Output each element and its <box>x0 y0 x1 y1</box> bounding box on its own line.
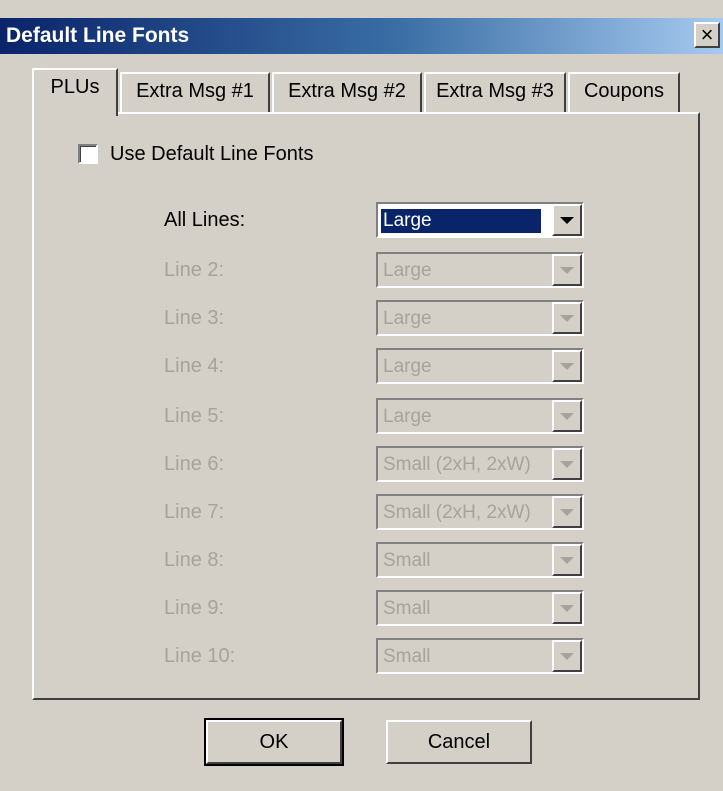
all-lines-label: All Lines: <box>164 209 246 231</box>
dialog-window: Default Line Fonts × PLUs Extra Msg #1 E… <box>0 0 723 791</box>
line-6-label: Line 6: <box>164 453 225 475</box>
chevron-down-icon <box>560 363 574 370</box>
line-6-select: Small (2xH, 2xW) <box>376 446 584 482</box>
dropdown-button <box>552 254 582 286</box>
dropdown-button <box>552 640 582 672</box>
dropdown-button <box>552 302 582 334</box>
line-7-label: Line 7: <box>164 501 225 523</box>
cancel-button[interactable]: Cancel <box>386 720 532 764</box>
line-5-select: Large <box>376 398 584 434</box>
line-10-select: Small <box>376 638 584 674</box>
tab-extra-msg-2[interactable]: Extra Msg #2 <box>272 72 422 112</box>
chevron-down-icon <box>560 315 574 322</box>
line-7-select: Small (2xH, 2xW) <box>376 494 584 530</box>
chevron-down-icon <box>560 267 574 274</box>
line-7-value: Small (2xH, 2xW) <box>383 502 531 523</box>
line-3-label: Line 3: <box>164 307 225 329</box>
line-9-value: Small <box>383 598 431 619</box>
tab-plus[interactable]: PLUs <box>32 68 118 116</box>
line-4-select: Large <box>376 348 584 384</box>
ok-button[interactable]: OK <box>204 718 344 766</box>
all-lines-value: Large <box>380 208 542 234</box>
dropdown-button[interactable] <box>552 204 582 236</box>
use-default-label[interactable]: Use Default Line Fonts <box>110 142 313 166</box>
line-4-label: Line 4: <box>164 355 225 377</box>
chevron-down-icon <box>560 557 574 564</box>
close-button[interactable]: × <box>694 22 720 48</box>
chevron-down-icon <box>560 413 574 420</box>
tab-extra-msg-1[interactable]: Extra Msg #1 <box>120 72 270 112</box>
tab-coupons[interactable]: Coupons <box>568 72 680 112</box>
title-bar[interactable]: Default Line Fonts × <box>0 18 723 54</box>
dropdown-button <box>552 544 582 576</box>
line-8-select: Small <box>376 542 584 578</box>
line-8-value: Small <box>383 550 431 571</box>
chevron-down-icon <box>560 605 574 612</box>
all-lines-select[interactable]: Large <box>376 202 584 238</box>
line-2-label: Line 2: <box>164 259 225 281</box>
dropdown-button <box>552 400 582 432</box>
line-10-value: Small <box>383 646 431 667</box>
line-6-value: Small (2xH, 2xW) <box>383 454 531 475</box>
tab-panel-plus: Use Default Line Fonts All Lines: Large … <box>32 112 700 700</box>
close-icon: × <box>700 22 714 47</box>
dropdown-button <box>552 448 582 480</box>
line-9-select: Small <box>376 590 584 626</box>
line-3-select: Large <box>376 300 584 336</box>
chevron-down-icon <box>560 461 574 468</box>
line-3-value: Large <box>383 308 432 329</box>
chevron-down-icon <box>560 217 574 224</box>
window-title: Default Line Fonts <box>6 24 190 47</box>
line-5-label: Line 5: <box>164 405 225 427</box>
chevron-down-icon <box>560 653 574 660</box>
line-5-value: Large <box>383 406 432 427</box>
dropdown-button <box>552 350 582 382</box>
use-default-checkbox[interactable] <box>78 144 98 164</box>
dropdown-button <box>552 496 582 528</box>
chevron-down-icon <box>560 509 574 516</box>
dropdown-button <box>552 592 582 624</box>
line-2-select: Large <box>376 252 584 288</box>
line-2-value: Large <box>383 260 432 281</box>
line-8-label: Line 8: <box>164 549 225 571</box>
line-4-value: Large <box>383 356 432 377</box>
line-10-label: Line 10: <box>164 645 236 667</box>
line-9-label: Line 9: <box>164 597 225 619</box>
tab-extra-msg-3[interactable]: Extra Msg #3 <box>424 72 566 112</box>
